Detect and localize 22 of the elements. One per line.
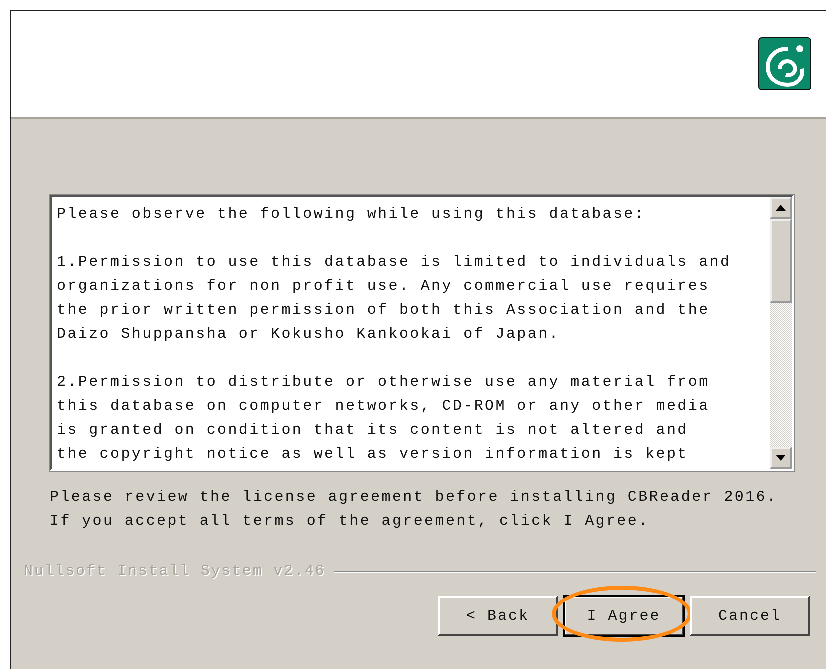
license-text-line: the prior written permission of both this Association and the (57, 301, 711, 321)
logo-icon (758, 37, 814, 93)
license-text-line: 2.Permission to distribute or otherwise use any material from (57, 373, 711, 393)
scroll-thumb[interactable] (770, 219, 792, 303)
instruction-text: Please review the license agreement before installing CBReader 2016. (50, 488, 779, 508)
license-text-box[interactable] (50, 195, 794, 471)
up-arrow-icon (776, 205, 786, 211)
scroll-down-button[interactable] (770, 447, 792, 469)
license-text-line: the copyright notice as well as version information is kept (57, 445, 690, 465)
scroll-up-button[interactable] (770, 197, 792, 219)
license-text-line: organizations for non profit use. Any commercial use requires (57, 277, 711, 297)
scrollbar[interactable] (770, 197, 792, 469)
instruction-text: If you accept all terms of the agreement, click I Agree. (50, 512, 650, 532)
dialog-button[interactable]: Cancel (690, 596, 810, 636)
license-text-line: 1.Permission to use this database is limited to individuals and (57, 253, 732, 273)
license-text-line: is granted on condition that its content is not altered and (57, 421, 690, 441)
down-arrow-icon (776, 455, 786, 461)
dialog-button[interactable]: < Back (438, 596, 558, 636)
dialog-button[interactable]: I Agree (564, 596, 684, 636)
license-text-line: Please observe the following while using this database: (57, 205, 647, 225)
license-text-line: this database on computer networks, CD-ROM or any other media (57, 397, 711, 417)
license-text-line: Daizo Shuppansha or Kokusho Kankookai of Japan. (57, 325, 561, 345)
